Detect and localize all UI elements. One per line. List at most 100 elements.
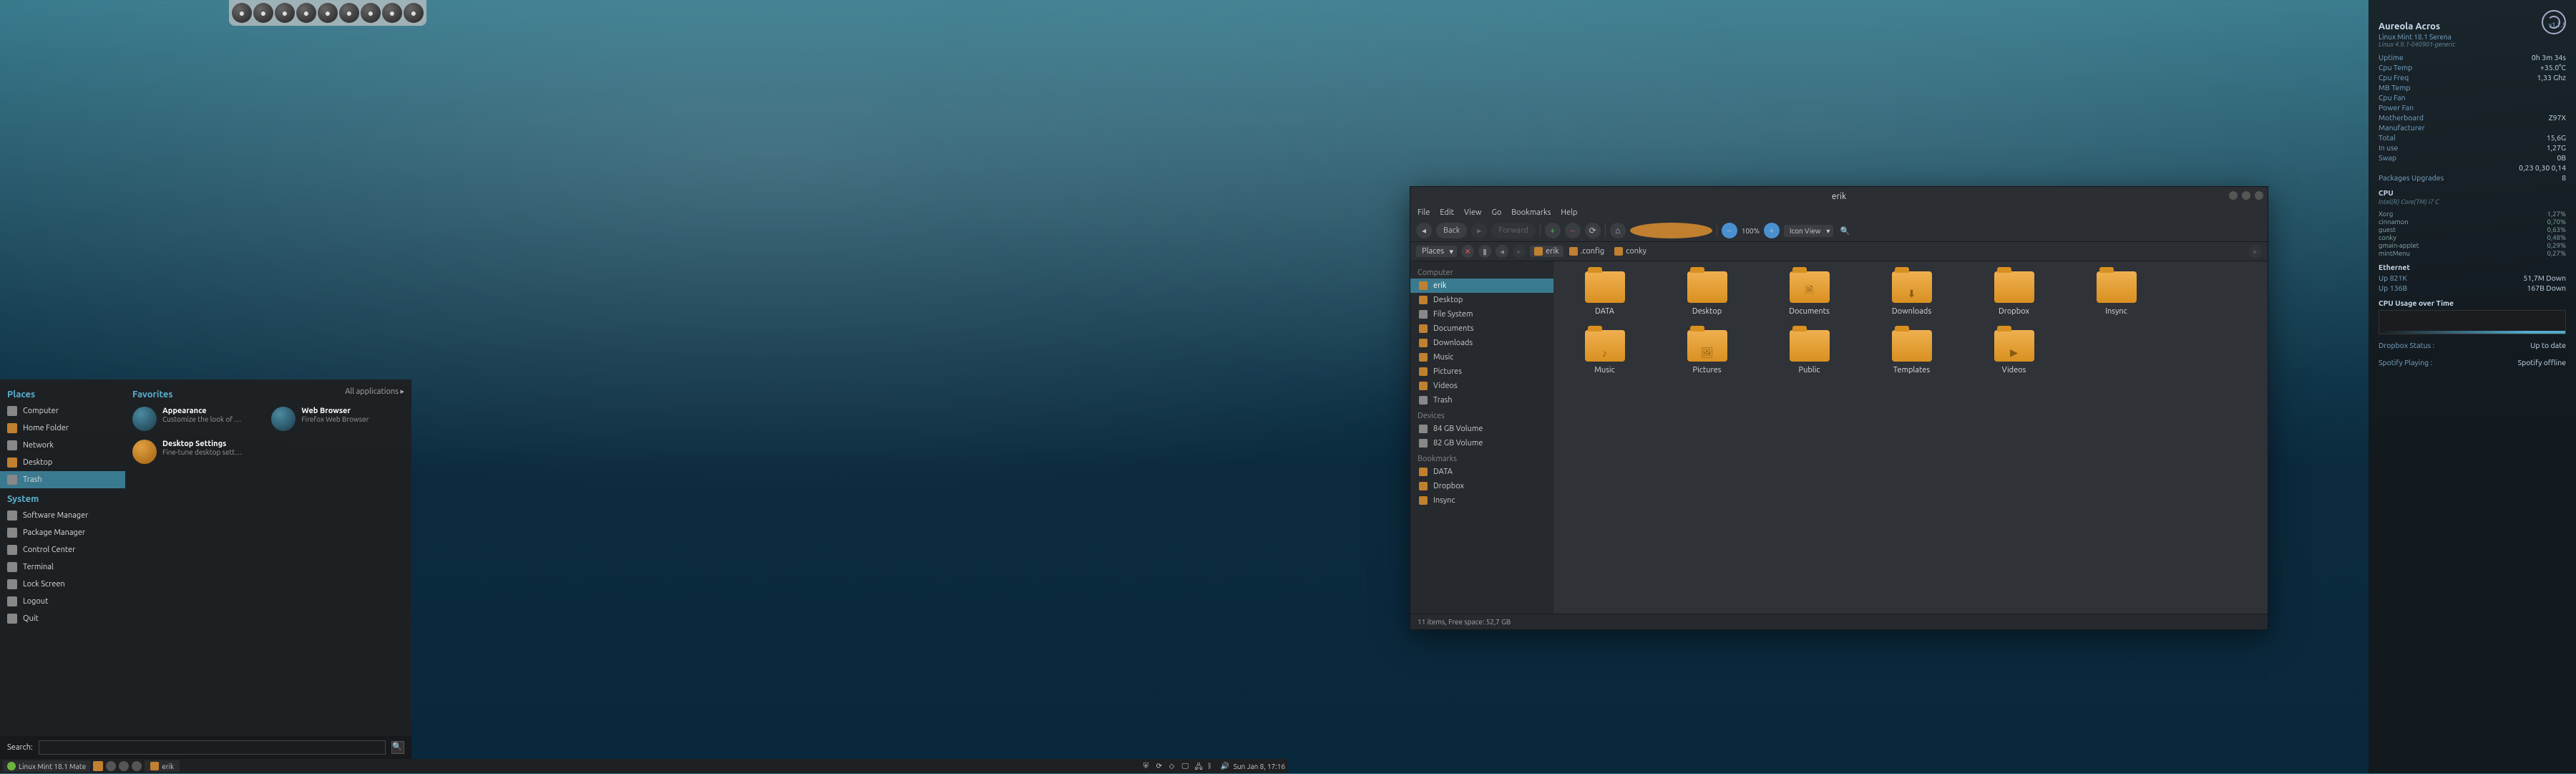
- tray-shield-icon[interactable]: ⛨: [1143, 762, 1152, 770]
- folder-documents[interactable]: 🗎Documents: [1768, 271, 1850, 316]
- place-computer[interactable]: Computer: [0, 402, 125, 420]
- search-icon[interactable]: 🔍: [1838, 223, 1852, 238]
- places-dropdown[interactable]: Places: [1416, 246, 1457, 257]
- system-package-manager[interactable]: Package Manager: [0, 524, 125, 541]
- sidebar-device-82-gb-volume[interactable]: 82 GB Volume: [1410, 436, 1553, 450]
- all-applications-link[interactable]: All applications ▸: [345, 387, 404, 396]
- path-note-button[interactable]: ▮: [1478, 245, 1491, 258]
- system-quit[interactable]: Quit: [0, 610, 125, 627]
- menu-button[interactable]: Linux Mint 18.1 Mate: [3, 760, 90, 772]
- system-lock-screen[interactable]: Lock Screen: [0, 576, 125, 593]
- sidebar-computer-trash[interactable]: Trash: [1410, 393, 1553, 407]
- taskbar-clock[interactable]: Sun Jan 8, 17:16: [1234, 763, 1285, 770]
- sidebar-computer-videos[interactable]: Videos: [1410, 379, 1553, 393]
- system-control-center[interactable]: Control Center: [0, 541, 125, 558]
- forward-button[interactable]: Forward: [1491, 223, 1535, 238]
- breadcrumb-.config[interactable]: .config: [1565, 246, 1609, 257]
- sidebar-computer-documents[interactable]: Documents: [1410, 321, 1553, 336]
- skype-icon[interactable]: ●: [404, 3, 424, 23]
- twitter-icon[interactable]: ●: [318, 3, 338, 23]
- add-button[interactable]: +: [1545, 223, 1561, 238]
- sidebar-computer-file-system[interactable]: File System: [1410, 307, 1553, 321]
- folder-dropbox[interactable]: Dropbox: [1973, 271, 2055, 316]
- folder-pictures[interactable]: 🖼Pictures: [1666, 330, 1748, 374]
- back-button[interactable]: Back: [1436, 223, 1467, 238]
- forward-button-arrow[interactable]: ▸: [1471, 223, 1487, 238]
- firefox-icon[interactable]: ●: [232, 3, 252, 23]
- taskbar-window-erik[interactable]: erik: [145, 760, 180, 772]
- search-input[interactable]: [39, 740, 386, 755]
- sidebar-computer-downloads[interactable]: Downloads: [1410, 336, 1553, 350]
- tray-bluetooth-icon[interactable]: ᛒ: [1208, 762, 1216, 770]
- show-desktop-icon[interactable]: [93, 761, 103, 771]
- search-button[interactable]: 🔍: [391, 741, 404, 754]
- folder-view[interactable]: DATA Desktop 🗎Documents ⬇Downloads Dropbox In…: [1553, 261, 2268, 614]
- system-logout[interactable]: Logout: [0, 593, 125, 610]
- folder-data[interactable]: DATA: [1563, 271, 1646, 316]
- system-terminal[interactable]: Terminal: [0, 558, 125, 576]
- minimize-button[interactable]: [2229, 191, 2238, 200]
- open-folder-button[interactable]: [1630, 223, 1712, 238]
- sidebar-bookmark-data[interactable]: DATA: [1410, 465, 1553, 479]
- place-network[interactable]: Network: [0, 437, 125, 454]
- breadcrumb-erik[interactable]: erik: [1530, 246, 1563, 257]
- path-next-button[interactable]: ▸: [1513, 245, 1526, 258]
- settings-icon[interactable]: ●: [296, 3, 316, 23]
- place-home-folder[interactable]: Home Folder: [0, 420, 125, 437]
- tray-network-icon[interactable]: 🖧: [1195, 762, 1204, 770]
- view-mode-dropdown[interactable]: Icon View: [1784, 225, 1833, 237]
- zoom-out-button[interactable]: −: [1722, 223, 1737, 238]
- path-close-button[interactable]: ✕: [1461, 245, 1474, 258]
- place-trash[interactable]: Trash: [0, 471, 125, 488]
- sidebar-bookmark-insync[interactable]: Insync: [1410, 493, 1553, 508]
- menu-view[interactable]: View: [1464, 208, 1482, 217]
- sidebar-bookmark-dropbox[interactable]: Dropbox: [1410, 479, 1553, 493]
- place-desktop[interactable]: Desktop: [0, 454, 125, 471]
- folder-insync[interactable]: Insync: [2075, 271, 2157, 316]
- favorite-desktop-settings[interactable]: Desktop SettingsFine-tune desktop sett…: [132, 440, 263, 464]
- menu-edit[interactable]: Edit: [1440, 208, 1454, 217]
- sidebar-device-84-gb-volume[interactable]: 84 GB Volume: [1410, 422, 1553, 436]
- folder-desktop[interactable]: Desktop: [1666, 271, 1748, 316]
- sidebar-computer-desktop[interactable]: Desktop: [1410, 293, 1553, 307]
- quick-launch-1[interactable]: [106, 761, 116, 771]
- monitor-icon[interactable]: ●: [382, 3, 402, 23]
- steam-icon[interactable]: ●: [253, 3, 273, 23]
- sidebar-computer-pictures[interactable]: Pictures: [1410, 364, 1553, 379]
- menu-go[interactable]: Go: [1492, 208, 1502, 217]
- sidebar-computer-erik[interactable]: erik: [1410, 279, 1553, 293]
- close-button[interactable]: [2255, 191, 2263, 200]
- favorite-appearance[interactable]: AppearanceCustomize the look of …: [132, 407, 263, 431]
- path-prev-button[interactable]: ◂: [1496, 245, 1508, 258]
- remove-button[interactable]: −: [1565, 223, 1581, 238]
- maximize-button[interactable]: [2242, 191, 2250, 200]
- quick-launch-2[interactable]: [119, 761, 129, 771]
- favorite-web-browser[interactable]: Web BrowserFirefox Web Browser: [271, 407, 401, 431]
- folder-templates[interactable]: Templates: [1870, 330, 1953, 374]
- back-button-arrow[interactable]: ◂: [1416, 223, 1432, 238]
- quick-launch-3[interactable]: [132, 761, 142, 771]
- path-end-button[interactable]: ▸: [2249, 245, 2262, 258]
- sidebar-computer-music[interactable]: Music: [1410, 350, 1553, 364]
- tray-display-icon[interactable]: 🖵: [1182, 762, 1191, 770]
- home-button[interactable]: ⌂: [1610, 223, 1626, 238]
- menu-bookmarks[interactable]: Bookmarks: [1511, 208, 1551, 217]
- screenshot-icon[interactable]: ●: [361, 3, 381, 23]
- folder-music[interactable]: ♪Music: [1563, 330, 1646, 374]
- folder-downloads[interactable]: ⬇Downloads: [1870, 271, 1953, 316]
- files-icon[interactable]: ●: [275, 3, 295, 23]
- window-titlebar[interactable]: erik: [1410, 187, 2268, 205]
- menu-help[interactable]: Help: [1561, 208, 1577, 217]
- tray-update-icon[interactable]: ⟳: [1156, 762, 1165, 770]
- menu-file[interactable]: File: [1418, 208, 1430, 217]
- media-icon[interactable]: ●: [339, 3, 359, 23]
- breadcrumb-conky[interactable]: conky: [1610, 246, 1651, 257]
- reload-button[interactable]: ⟳: [1585, 223, 1601, 238]
- tray-dropbox-icon[interactable]: ◇: [1169, 762, 1178, 770]
- taskbar: Linux Mint 18.1 Mate erik ⛨ ⟳ ◇ 🖵 🖧 ᛒ 🔊 …: [0, 759, 1288, 773]
- zoom-in-button[interactable]: +: [1764, 223, 1780, 238]
- tray-volume-icon[interactable]: 🔊: [1221, 762, 1229, 770]
- folder-videos[interactable]: ▶Videos: [1973, 330, 2055, 374]
- folder-public[interactable]: Public: [1768, 330, 1850, 374]
- system-software-manager[interactable]: Software Manager: [0, 507, 125, 524]
